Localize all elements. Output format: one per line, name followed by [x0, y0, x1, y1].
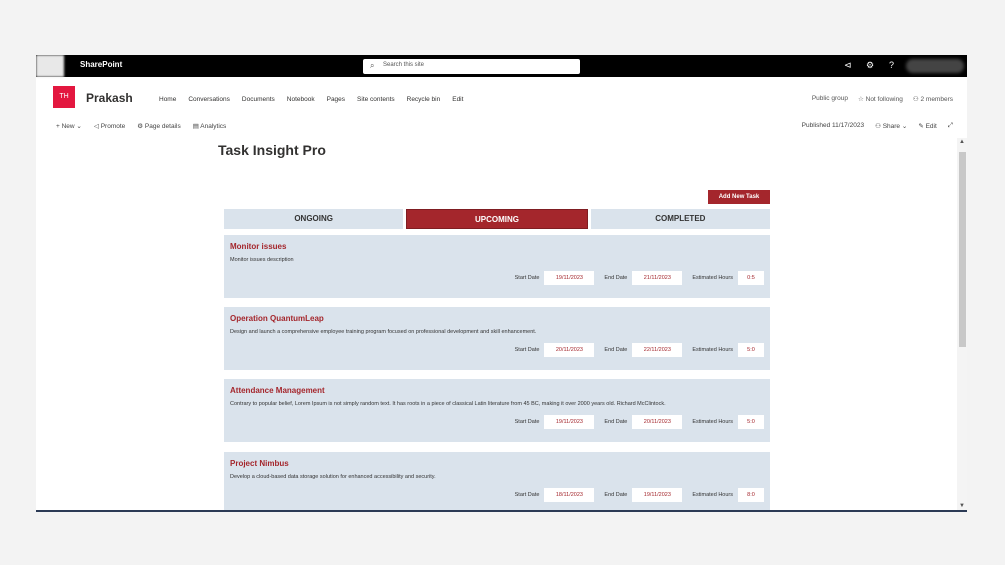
start-date-label: Start Date: [514, 492, 540, 498]
scrollbar-thumb[interactable]: [959, 152, 966, 347]
suite-bar: SharePoint ⌕ Search this site ⊲ ⚙ ?: [36, 55, 967, 77]
end-date-label: End Date: [604, 347, 628, 353]
task-fields: Start Date 19/11/2023 End Date 21/11/2023 …: [505, 271, 764, 285]
members-button[interactable]: ⚇ 2 members: [913, 95, 953, 103]
task-description: Monitor issues description: [230, 257, 294, 263]
new-label: New: [61, 123, 75, 130]
end-date-label: End Date: [604, 275, 628, 281]
tab-completed[interactable]: COMPLETED: [590, 209, 770, 229]
task-description: Design and launch a comprehensive employ…: [230, 329, 537, 335]
nav-recycle-bin[interactable]: Recycle bin: [407, 96, 441, 103]
share-label: Share: [882, 123, 901, 130]
end-date-label: End Date: [604, 492, 628, 498]
follow-label: Not following: [865, 96, 903, 103]
nav-site-contents[interactable]: Site contents: [357, 96, 395, 103]
details-label: Page details: [144, 123, 181, 130]
search-input[interactable]: ⌕ Search this site: [363, 59, 580, 74]
scrollbar[interactable]: ▲ ▼: [957, 138, 967, 510]
follow-button[interactable]: ☆ Not following: [858, 95, 903, 103]
end-date-label: End Date: [604, 419, 628, 425]
site-name[interactable]: Prakash: [86, 91, 133, 105]
task-tabs: ONGOING UPCOMING COMPLETED: [224, 209, 770, 229]
scroll-down-icon[interactable]: ▼: [959, 503, 965, 509]
search-icon: ⌕: [370, 61, 375, 70]
page-title: Task Insight Pro: [218, 142, 326, 158]
share-icon: ⚇: [875, 123, 883, 130]
hours-label: Estimated Hours: [692, 347, 733, 353]
end-date-field[interactable]: 22/11/2023: [632, 343, 683, 357]
scroll-up-icon[interactable]: ▲: [959, 139, 965, 145]
end-date-field[interactable]: 21/11/2023: [632, 271, 683, 285]
expand-icon[interactable]: ⤢: [948, 122, 953, 130]
promote-label: Promote: [100, 123, 126, 130]
start-date-field[interactable]: 19/11/2023: [544, 271, 595, 285]
search-placeholder: Search this site: [383, 62, 425, 68]
hours-field[interactable]: 0:5: [738, 271, 764, 285]
nav-edit[interactable]: Edit: [452, 96, 463, 103]
app-launcher[interactable]: [36, 55, 64, 77]
megaphone-icon: ◁: [93, 123, 101, 130]
start-date-label: Start Date: [514, 275, 540, 281]
start-date-field[interactable]: 20/11/2023: [544, 343, 595, 357]
end-date-field[interactable]: 20/11/2023: [632, 415, 683, 429]
hours-field[interactable]: 8:0: [738, 488, 764, 502]
browser-frame: SharePoint ⌕ Search this site ⊲ ⚙ ? TH Pr…: [36, 55, 967, 512]
brand[interactable]: SharePoint: [80, 60, 122, 69]
task-title[interactable]: Operation QuantumLeap: [230, 314, 764, 323]
avatar[interactable]: [906, 59, 964, 73]
start-date-label: Start Date: [514, 419, 540, 425]
task-fields: Start Date 19/11/2023 End Date 20/11/2023 …: [505, 415, 764, 429]
task-description: Contrary to popular belief, Lorem Ipsum …: [230, 401, 666, 407]
site-logo: TH: [53, 86, 75, 108]
task-card: Monitor issues Monitor issues descriptio…: [224, 235, 770, 298]
page-details-button[interactable]: ⚙ Page details: [137, 122, 180, 130]
megaphone-icon[interactable]: ⊲: [844, 60, 852, 71]
end-date-field[interactable]: 19/11/2023: [632, 488, 683, 502]
nav-documents[interactable]: Documents: [242, 96, 275, 103]
hours-label: Estimated Hours: [692, 275, 733, 281]
nav-notebook[interactable]: Notebook: [287, 96, 315, 103]
task-fields: Start Date 18/11/2023 End Date 19/11/2023 …: [505, 488, 764, 502]
task-card: Operation QuantumLeap Design and launch …: [224, 307, 770, 370]
published-status: Published 11/17/2023: [801, 122, 865, 129]
task-description: Develop a cloud-based data storage solut…: [230, 474, 436, 480]
analytics-label: Analytics: [200, 123, 227, 130]
gear-icon[interactable]: ⚙: [866, 60, 874, 71]
group-type: Public group: [811, 95, 848, 102]
task-card: Project Nimbus Develop a cloud-based dat…: [224, 452, 770, 510]
promote-button[interactable]: ◁ Promote: [94, 122, 125, 130]
new-button[interactable]: + New ⌄: [56, 122, 82, 130]
star-icon: ☆: [857, 96, 866, 103]
tab-ongoing[interactable]: ONGOING: [224, 209, 404, 229]
nav-conversations[interactable]: Conversations: [188, 96, 230, 103]
nav-home[interactable]: Home: [159, 96, 176, 103]
share-button[interactable]: ⚇ Share ⌄: [875, 122, 907, 130]
gear-icon: ⚙: [137, 123, 145, 130]
start-date-label: Start Date: [514, 347, 540, 353]
members-label: 2 members: [920, 96, 953, 103]
tab-upcoming[interactable]: UPCOMING: [406, 209, 588, 229]
pencil-icon: ✎: [918, 123, 926, 130]
hours-label: Estimated Hours: [692, 492, 733, 498]
start-date-field[interactable]: 18/11/2023: [544, 488, 595, 502]
task-card: Attendance Management Contrary to popula…: [224, 379, 770, 442]
hours-field[interactable]: 5:0: [738, 415, 764, 429]
nav-pages[interactable]: Pages: [327, 96, 345, 103]
analytics-button[interactable]: ▤ Analytics: [193, 122, 227, 130]
help-icon[interactable]: ?: [889, 60, 894, 70]
add-new-task-button[interactable]: Add New Task: [708, 190, 770, 204]
hours-field[interactable]: 5:0: [738, 343, 764, 357]
site-nav: Home Conversations Documents Notebook Pa…: [159, 96, 463, 103]
task-title[interactable]: Attendance Management: [230, 386, 764, 395]
edit-button[interactable]: ✎ Edit: [918, 122, 936, 130]
task-fields: Start Date 20/11/2023 End Date 22/11/2023 …: [505, 343, 764, 357]
task-title[interactable]: Project Nimbus: [230, 459, 764, 468]
task-title[interactable]: Monitor issues: [230, 242, 764, 251]
start-date-field[interactable]: 19/11/2023: [544, 415, 595, 429]
edit-label: Edit: [925, 123, 937, 130]
hours-label: Estimated Hours: [692, 419, 733, 425]
